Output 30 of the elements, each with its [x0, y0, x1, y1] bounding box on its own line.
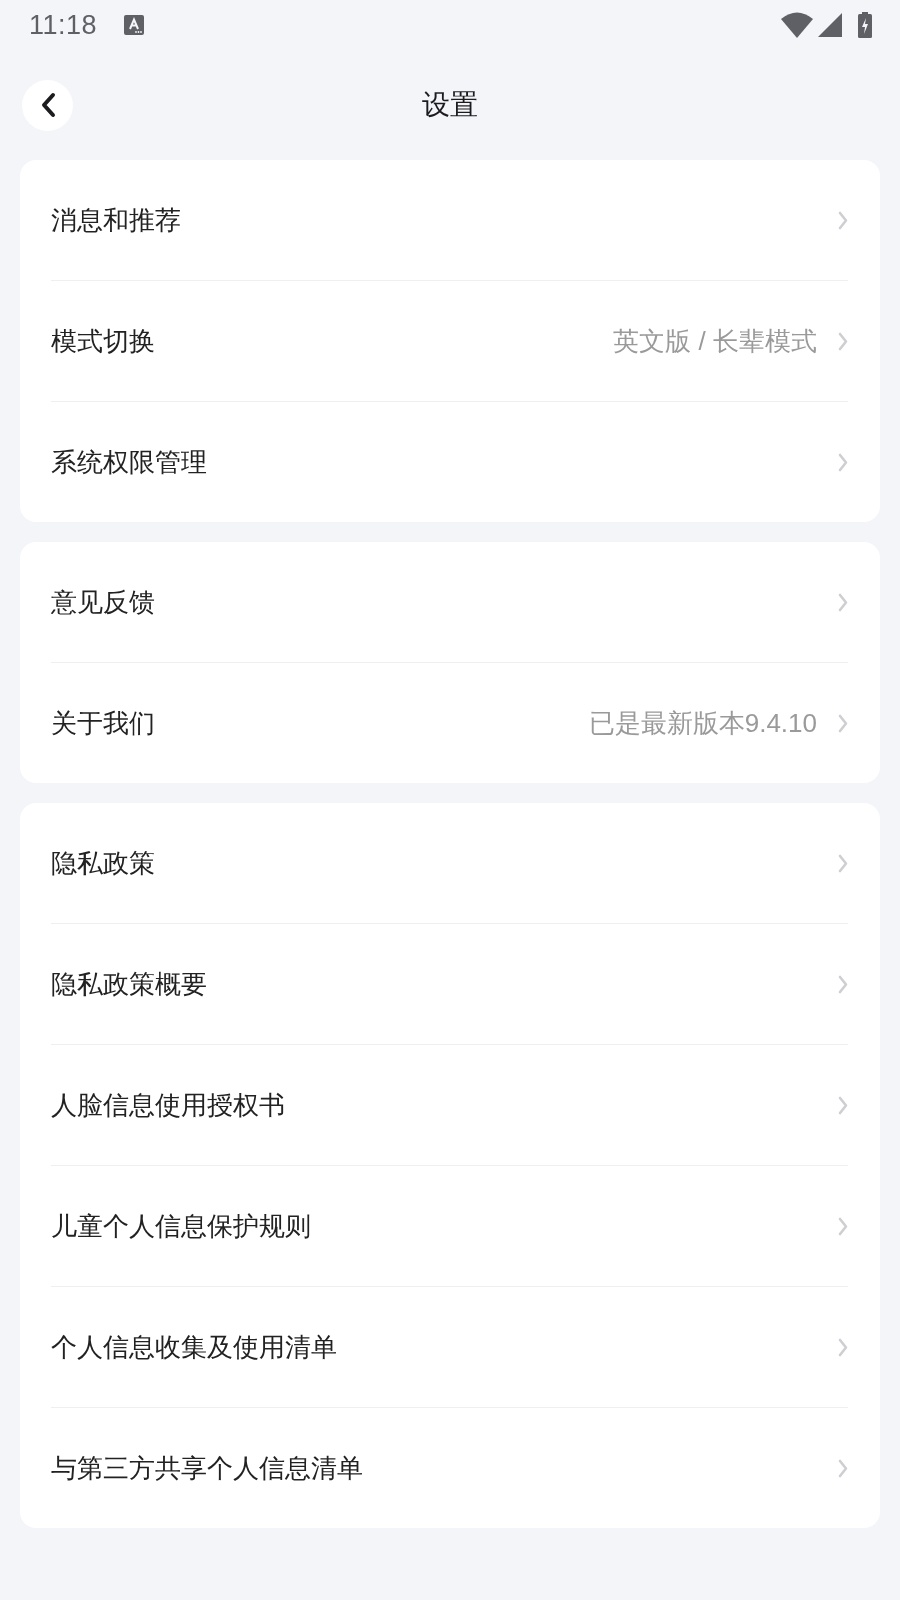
settings-row[interactable]: 消息和推荐 — [51, 160, 848, 280]
settings-row[interactable]: 隐私政策 — [51, 803, 848, 923]
notification-icon — [124, 15, 145, 35]
settings-row[interactable]: 与第三方共享个人信息清单 — [51, 1408, 848, 1528]
chevron-right-icon — [838, 713, 848, 733]
chevron-right-icon — [838, 592, 848, 612]
settings-row[interactable]: 关于我们 已是最新版本9.4.10 — [51, 663, 848, 783]
battery-charging-icon — [858, 12, 872, 38]
settings-row[interactable]: 儿童个人信息保护规则 — [51, 1166, 848, 1286]
settings-row[interactable]: 人脸信息使用授权书 — [51, 1045, 848, 1165]
page-title: 设置 — [422, 88, 478, 122]
chevron-right-icon — [838, 210, 848, 230]
settings-row[interactable]: 意见反馈 — [51, 542, 848, 662]
signal-icon — [818, 13, 842, 37]
chevron-right-icon — [838, 1216, 848, 1236]
settings-row[interactable]: 隐私政策概要 — [51, 924, 848, 1044]
settings-row[interactable]: 个人信息收集及使用清单 — [51, 1287, 848, 1407]
settings-row[interactable]: 模式切换 英文版 / 长辈模式 — [51, 281, 848, 401]
settings-row[interactable]: 系统权限管理 — [51, 402, 848, 522]
row-value: 已是最新版本9.4.10 — [588, 706, 817, 740]
chevron-right-icon — [838, 331, 848, 351]
chevron-right-icon — [838, 1337, 848, 1357]
chevron-right-icon — [838, 1095, 848, 1115]
row-value: 英文版 / 长辈模式 — [613, 324, 817, 358]
chevron-right-icon — [838, 853, 848, 873]
chevron-right-icon — [838, 452, 848, 472]
chevron-right-icon — [838, 1458, 848, 1478]
chevron-right-icon — [838, 974, 848, 994]
wifi-icon — [781, 12, 813, 38]
status-time: 11:18 — [29, 9, 98, 41]
